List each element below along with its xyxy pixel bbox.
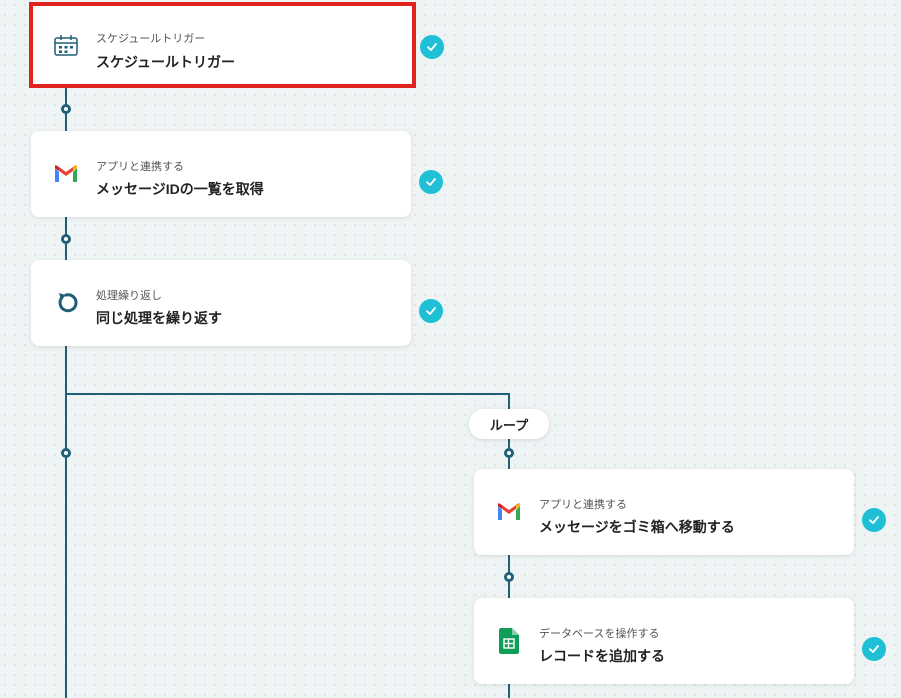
- step-subtitle: スケジュールトリガー: [96, 33, 206, 45]
- step-card-loop[interactable]: 処理繰り返し 同じ処理を繰り返す: [31, 260, 411, 346]
- add-step-node[interactable]: [504, 448, 514, 458]
- google-sheets-icon: [496, 628, 522, 654]
- add-step-node[interactable]: [61, 234, 71, 244]
- add-step-node[interactable]: [61, 448, 71, 458]
- step-subtitle: アプリと連携する: [539, 499, 627, 511]
- step-title: 同じ処理を繰り返す: [96, 310, 222, 326]
- check-icon: [419, 170, 443, 194]
- step-card-add-record[interactable]: データベースを操作する レコードを追加する: [474, 598, 854, 684]
- add-step-node[interactable]: [61, 104, 71, 114]
- loop-arrow-icon: [53, 290, 79, 316]
- step-card-get-message-ids[interactable]: アプリと連携する メッセージIDの一覧を取得: [31, 131, 411, 217]
- add-step-node[interactable]: [504, 572, 514, 582]
- gmail-icon: [53, 161, 79, 187]
- calendar-clock-icon: [53, 32, 79, 58]
- step-subtitle: 処理繰り返し: [96, 290, 162, 302]
- step-title: スケジュールトリガー: [96, 54, 236, 70]
- check-icon: [862, 508, 886, 532]
- gmail-icon: [496, 499, 522, 525]
- step-title: メッセージをゴミ箱へ移動する: [539, 519, 735, 535]
- step-card-schedule-trigger[interactable]: スケジュールトリガー スケジュールトリガー: [29, 2, 416, 88]
- step-subtitle: アプリと連携する: [96, 161, 184, 173]
- step-subtitle: データベースを操作する: [539, 628, 660, 640]
- step-card-move-to-trash[interactable]: アプリと連携する メッセージをゴミ箱へ移動する: [474, 469, 854, 555]
- check-icon: [862, 637, 886, 661]
- step-title: レコードを追加する: [539, 648, 665, 664]
- loop-label: ループ: [469, 409, 549, 439]
- check-icon: [419, 299, 443, 323]
- loop-branch-horizontal-line: [65, 393, 509, 395]
- step-title: メッセージIDの一覧を取得: [96, 181, 264, 197]
- check-icon: [420, 35, 444, 59]
